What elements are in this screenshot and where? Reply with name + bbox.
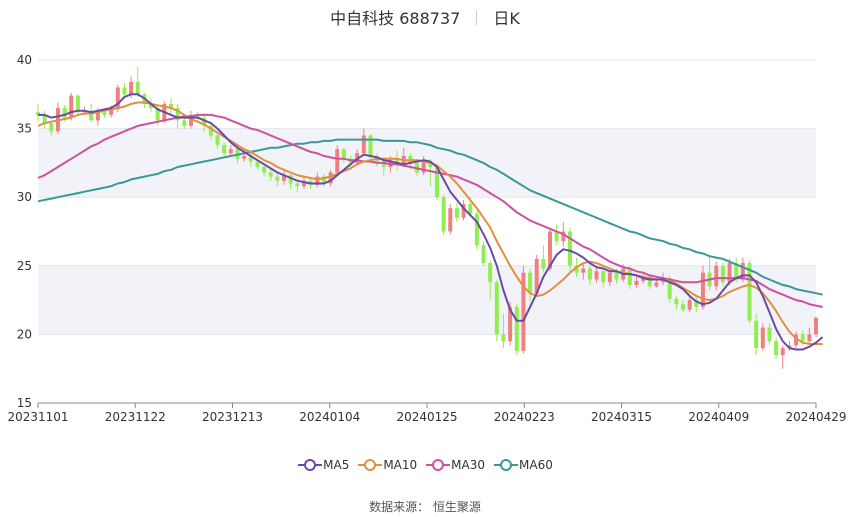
legend-marker (298, 459, 323, 471)
y-tick-label: 15 (17, 396, 32, 410)
candle-body (594, 271, 599, 280)
candle-body (115, 87, 120, 110)
candle-body (681, 304, 686, 310)
legend-marker (358, 459, 383, 471)
y-tick-label: 35 (17, 122, 32, 136)
candle-body (488, 263, 493, 283)
candle-body (780, 348, 785, 355)
candle-body (368, 135, 373, 157)
grid-band (38, 265, 816, 335)
candle-body (760, 327, 765, 349)
candle-body (268, 172, 273, 177)
candle-body (182, 120, 187, 126)
x-tick-label: 20240315 (591, 410, 652, 424)
candle-body (474, 213, 479, 246)
candle-body (295, 183, 300, 187)
candle-body (242, 156, 247, 159)
candle-body (501, 334, 506, 342)
candle-body (654, 282, 659, 287)
legend-marker (426, 459, 451, 471)
legend-marker (494, 459, 519, 471)
candle-body (454, 208, 459, 218)
y-tick-label: 40 (17, 53, 32, 67)
candle-body (388, 158, 393, 168)
candle-body (800, 334, 805, 342)
candle-body (587, 268, 592, 280)
legend-label: MA30 (451, 458, 486, 472)
candle-body (215, 135, 220, 146)
legend-label: MA60 (519, 458, 553, 472)
legend-item-ma10[interactable]: MA10 (357, 458, 417, 472)
x-tick-label: 20231213 (202, 410, 263, 424)
candle-body (361, 135, 366, 154)
x-tick-label: 20240429 (785, 410, 846, 424)
x-tick-label: 20240223 (494, 410, 555, 424)
y-tick-label: 30 (17, 190, 32, 204)
x-tick-label: 20240409 (688, 410, 749, 424)
candle-body (341, 149, 346, 159)
candle-body (514, 306, 519, 351)
candle-body (102, 112, 107, 115)
x-tick-label: 20240125 (396, 410, 457, 424)
candle-body (448, 208, 453, 232)
x-tick-label: 20231122 (105, 410, 166, 424)
candle-body (122, 87, 127, 95)
candle-body (222, 145, 227, 154)
candle-body (727, 263, 732, 283)
candle-body (135, 81, 140, 95)
legend-label: MA10 (383, 458, 418, 472)
legend-item-ma5[interactable]: MA5 (297, 458, 349, 472)
candle-body (807, 334, 812, 342)
legend: MA5 MA10 MA30 MA60 (0, 458, 850, 472)
candle-body (441, 197, 446, 232)
candle-body (754, 320, 759, 349)
data-source: 数据来源： 恒生聚源 (369, 500, 481, 514)
candle-body (634, 280, 639, 286)
candle-body (814, 317, 818, 335)
candle-body (335, 149, 340, 173)
candle-body (262, 167, 267, 173)
candle-body (581, 268, 586, 273)
candle-body (129, 81, 134, 95)
candle-body (607, 272, 612, 283)
legend-label: MA5 (323, 458, 350, 472)
y-tick-label: 25 (17, 259, 32, 273)
candle-body (627, 268, 632, 286)
x-tick-label: 20240104 (299, 410, 360, 424)
candle-body (614, 272, 619, 280)
y-tick-label: 20 (17, 327, 32, 341)
candlestick-chart: 15 20 25 30 35 40 20231101 20231122 20231213 2024… (7, 53, 846, 424)
candle-body (767, 327, 772, 342)
candle-body (494, 282, 499, 335)
candle-body (720, 265, 725, 283)
candle-body (75, 95, 80, 113)
candle-body (674, 298, 679, 305)
candle-body (687, 300, 692, 310)
candle-body (774, 341, 779, 355)
candle-body (528, 272, 533, 294)
candle-body (69, 95, 74, 118)
candle-body (541, 258, 546, 269)
candle-body (747, 263, 752, 321)
legend-item-ma60[interactable]: MA60 (493, 458, 553, 472)
candle-body (255, 161, 260, 168)
legend-item-ma30[interactable]: MA30 (425, 458, 485, 472)
x-tick-label: 20231101 (7, 410, 68, 424)
candle-body (601, 271, 606, 283)
candle-body (275, 176, 280, 181)
candle-body (49, 123, 54, 132)
candle-body (481, 245, 486, 264)
candle-body (228, 149, 233, 154)
candle-body (714, 265, 719, 287)
candle-body (700, 272, 705, 307)
